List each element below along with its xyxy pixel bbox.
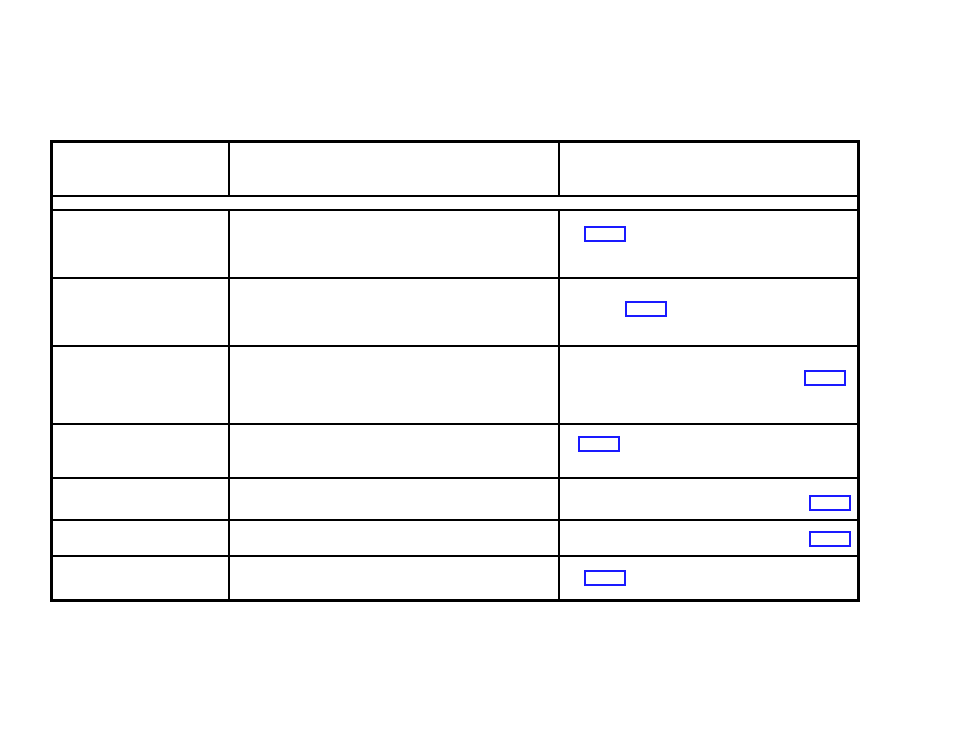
table-header-cell — [558, 143, 857, 195]
table-cell — [228, 557, 558, 599]
table-row — [53, 423, 857, 477]
table-row — [53, 277, 857, 345]
table-cell — [228, 347, 558, 423]
table-cell — [53, 347, 228, 423]
table-row — [53, 209, 857, 277]
table-header-cell — [53, 143, 228, 195]
table-band-cell — [53, 197, 857, 209]
link-box[interactable] — [804, 370, 846, 386]
table-cell — [53, 479, 228, 519]
table-cell — [53, 211, 228, 277]
link-box[interactable] — [625, 301, 667, 317]
link-box[interactable] — [809, 495, 851, 511]
table-cell — [53, 557, 228, 599]
table-cell — [558, 347, 857, 423]
table-row — [53, 345, 857, 423]
table-header-row — [53, 143, 857, 195]
table-row — [53, 555, 857, 599]
table-cell — [558, 279, 857, 345]
table-header-cell — [228, 143, 558, 195]
table-cell — [53, 279, 228, 345]
table-cell — [558, 211, 857, 277]
table-cell — [228, 479, 558, 519]
link-box[interactable] — [584, 570, 626, 586]
link-box[interactable] — [578, 436, 620, 452]
table-row — [53, 477, 857, 519]
table-cell — [53, 521, 228, 555]
data-table — [50, 140, 860, 602]
table-cell — [228, 211, 558, 277]
table-row — [53, 519, 857, 555]
table-cell — [228, 279, 558, 345]
table-cell — [558, 479, 857, 519]
table-cell — [558, 557, 857, 599]
table-cell — [228, 521, 558, 555]
table-cell — [558, 521, 857, 555]
table-cell — [228, 425, 558, 477]
table-cell — [558, 425, 857, 477]
table-cell — [53, 425, 228, 477]
table-band-row — [53, 195, 857, 209]
link-box[interactable] — [584, 226, 626, 242]
link-box[interactable] — [809, 531, 851, 547]
